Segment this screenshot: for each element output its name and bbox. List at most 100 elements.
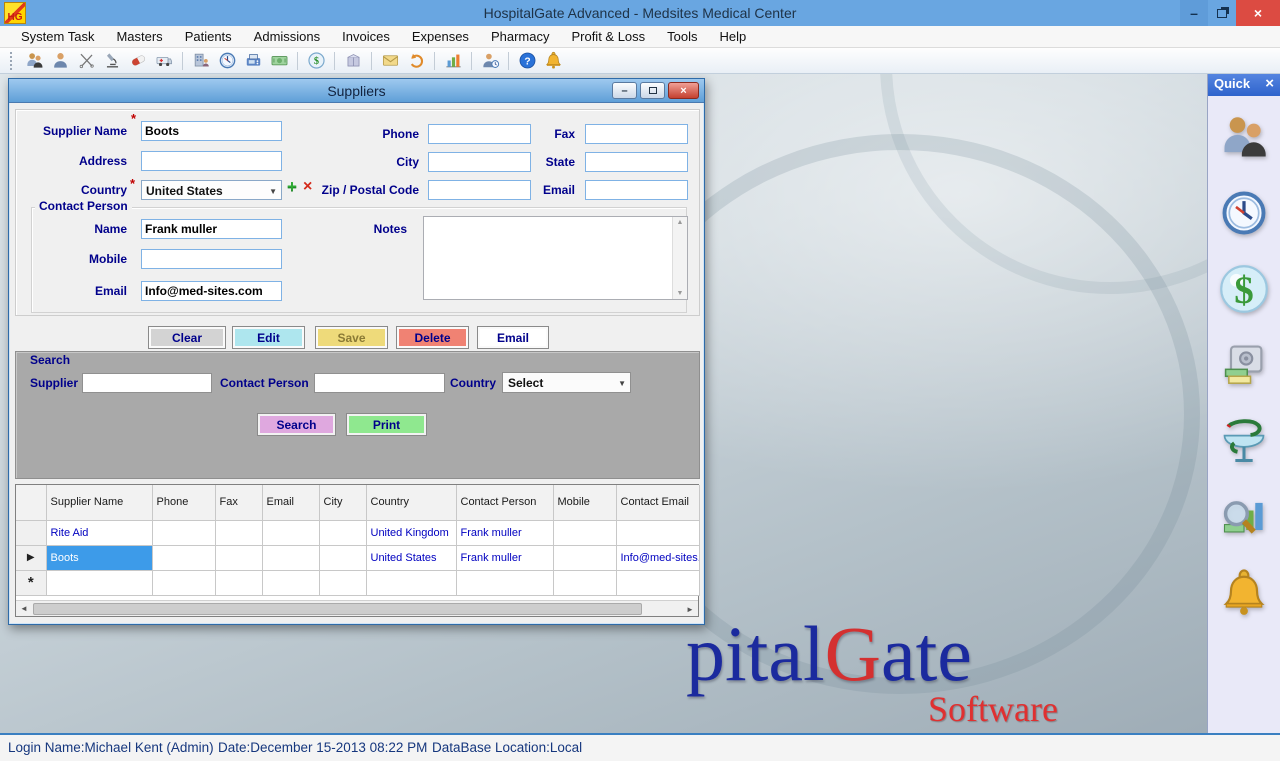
- grid-column-header[interactable]: Fax: [215, 485, 262, 520]
- grid-cell[interactable]: [215, 570, 262, 595]
- grid-row-selector[interactable]: *: [16, 570, 46, 595]
- quick-finance-dollar-icon[interactable]: [1217, 262, 1271, 316]
- grid-row[interactable]: Rite AidUnited KingdomFrank muller: [16, 520, 699, 545]
- mail-icon[interactable]: [379, 50, 401, 72]
- contact-email-input[interactable]: [141, 281, 282, 301]
- grid-cell[interactable]: [553, 545, 616, 570]
- menu-tools[interactable]: Tools: [656, 26, 708, 48]
- appointments-clock-icon[interactable]: [216, 50, 238, 72]
- grid-cell[interactable]: [553, 570, 616, 595]
- grid-cell[interactable]: [456, 570, 553, 595]
- grid-cell[interactable]: [152, 520, 215, 545]
- search-button[interactable]: Search: [258, 414, 335, 435]
- grid-cell[interactable]: Frank muller: [456, 520, 553, 545]
- grid-cell[interactable]: Info@med-sites.com: [616, 545, 699, 570]
- grid-cell[interactable]: [553, 520, 616, 545]
- grid-cell[interactable]: [215, 545, 262, 570]
- menu-expenses[interactable]: Expenses: [401, 26, 480, 48]
- grid-cell[interactable]: [215, 520, 262, 545]
- grid-cell[interactable]: [262, 520, 319, 545]
- grid-cell[interactable]: United States: [366, 545, 456, 570]
- clear-button[interactable]: Clear: [149, 327, 225, 348]
- quick-schedule-clock-icon[interactable]: [1217, 186, 1271, 240]
- invoice-icon[interactable]: [268, 50, 290, 72]
- search-contact-person-input[interactable]: [314, 373, 445, 393]
- quick-reminder-bell-icon[interactable]: [1217, 566, 1271, 620]
- help-icon[interactable]: [516, 50, 538, 72]
- fax-icon[interactable]: [242, 50, 264, 72]
- city-input[interactable]: [428, 152, 531, 172]
- notes-textarea[interactable]: ▲ ▼: [423, 216, 688, 300]
- grid-column-header[interactable]: Contact Email: [616, 485, 699, 520]
- menu-help[interactable]: Help: [709, 26, 758, 48]
- supplier-name-input[interactable]: [141, 121, 282, 141]
- suppliers-maximize-button[interactable]: [640, 82, 665, 99]
- grid-cell[interactable]: [152, 570, 215, 595]
- grid-cell[interactable]: [262, 570, 319, 595]
- fax-input[interactable]: [585, 124, 688, 144]
- quick-reports-search-icon[interactable]: [1217, 490, 1271, 544]
- grid-row[interactable]: *: [16, 570, 699, 595]
- grid-column-header[interactable]: Country: [366, 485, 456, 520]
- grid-cell[interactable]: [616, 520, 699, 545]
- add-country-icon[interactable]: +: [287, 177, 297, 197]
- main-titlebar[interactable]: HG HospitalGate Advanced - Medsites Medi…: [0, 0, 1280, 26]
- contact-name-input[interactable]: [141, 219, 282, 239]
- reports-chart-icon[interactable]: [442, 50, 464, 72]
- address-input[interactable]: [141, 151, 282, 171]
- search-country-dropdown[interactable]: Select ▼: [502, 372, 631, 393]
- grid-cell[interactable]: [262, 545, 319, 570]
- scroll-down-icon[interactable]: ▼: [677, 290, 684, 297]
- quick-patients-icon[interactable]: [1217, 110, 1271, 164]
- grid-cell[interactable]: [616, 570, 699, 595]
- quick-cashbox-icon[interactable]: [1217, 338, 1271, 392]
- suppliers-close-button[interactable]: ×: [668, 82, 699, 99]
- minimize-button[interactable]: –: [1180, 0, 1208, 26]
- grid-row[interactable]: ▶BootsUnited StatesFrank mullerInfo@med-…: [16, 545, 699, 570]
- quick-close-icon[interactable]: ×: [1265, 75, 1274, 92]
- save-button[interactable]: Save: [316, 327, 387, 348]
- restore-button[interactable]: [1208, 0, 1236, 26]
- grid-column-header[interactable]: Phone: [152, 485, 215, 520]
- refresh-icon[interactable]: [405, 50, 427, 72]
- grid-cell[interactable]: Frank muller: [456, 545, 553, 570]
- grid-column-header[interactable]: Mobile: [553, 485, 616, 520]
- quick-panel-header[interactable]: Quick ×: [1208, 74, 1280, 96]
- surgical-tools-icon[interactable]: [75, 50, 97, 72]
- grid-cell[interactable]: [319, 570, 366, 595]
- admissions-icon[interactable]: [190, 50, 212, 72]
- suppliers-titlebar[interactable]: Suppliers – ×: [9, 79, 704, 103]
- grid-column-header[interactable]: Email: [262, 485, 319, 520]
- grid-cell[interactable]: [319, 520, 366, 545]
- zip-input[interactable]: [428, 180, 531, 200]
- grid-cell[interactable]: [319, 545, 366, 570]
- phone-input[interactable]: [428, 124, 531, 144]
- pharmacy-pill-icon[interactable]: [127, 50, 149, 72]
- menu-system-task[interactable]: System Task: [10, 26, 105, 48]
- staff-icon[interactable]: [49, 50, 71, 72]
- scroll-left-icon[interactable]: ◄: [16, 601, 32, 617]
- menu-masters[interactable]: Masters: [105, 26, 173, 48]
- contact-mobile-input[interactable]: [141, 249, 282, 269]
- search-supplier-input[interactable]: [82, 373, 212, 393]
- email-button[interactable]: Email: [478, 327, 548, 348]
- delete-button[interactable]: Delete: [397, 327, 468, 348]
- menu-invoices[interactable]: Invoices: [331, 26, 401, 48]
- menu-patients[interactable]: Patients: [174, 26, 243, 48]
- menu-profit-loss[interactable]: Profit & Loss: [560, 26, 656, 48]
- scroll-up-icon[interactable]: ▲: [677, 219, 684, 226]
- quick-pharmacy-icon[interactable]: [1217, 414, 1271, 468]
- patients-group-icon[interactable]: [23, 50, 45, 72]
- lab-microscope-icon[interactable]: [101, 50, 123, 72]
- email-input[interactable]: [585, 180, 688, 200]
- grid-horizontal-scrollbar[interactable]: ◄ ►: [16, 600, 698, 616]
- scroll-right-icon[interactable]: ►: [682, 601, 698, 617]
- grid-cell[interactable]: Boots: [46, 545, 152, 570]
- payments-dollar-icon[interactable]: [305, 50, 327, 72]
- grid-cell[interactable]: United Kingdom: [366, 520, 456, 545]
- notes-scrollbar[interactable]: ▲ ▼: [672, 217, 687, 299]
- grid-cell[interactable]: [152, 545, 215, 570]
- grid-cell[interactable]: [366, 570, 456, 595]
- suppliers-minimize-button[interactable]: –: [612, 82, 637, 99]
- close-button[interactable]: ×: [1236, 0, 1280, 26]
